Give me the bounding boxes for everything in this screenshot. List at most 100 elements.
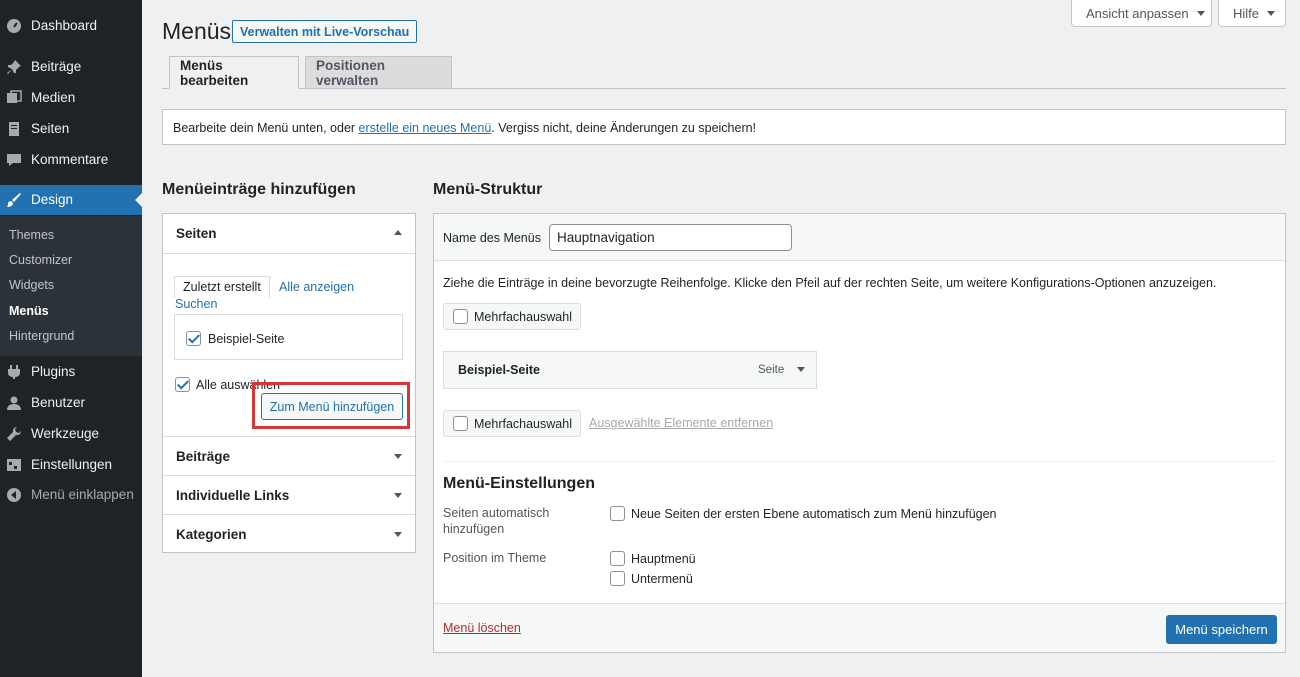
location-primary-label: Hauptmenü (631, 552, 696, 566)
menu-item-beispiel-seite[interactable]: Beispiel-Seite Seite (443, 351, 817, 389)
menu-name-input[interactable] (549, 224, 792, 251)
accordion-custom-links-title: Individuelle Links (176, 488, 290, 503)
user-icon (6, 395, 22, 411)
submenu-item-themes[interactable]: Themes (9, 228, 54, 242)
menu-management-panel: Name des Menüs Ziehe die Einträge in dei… (433, 213, 1286, 653)
menu-item-title: Beispiel-Seite (458, 363, 540, 377)
auto-add-checkbox[interactable] (610, 506, 625, 521)
bulk-select-checkbox[interactable] (453, 309, 468, 324)
menu-name-label: Name des Menüs (443, 231, 541, 245)
menu-structure-heading: Menü-Struktur (433, 181, 543, 198)
save-menu-button[interactable]: Menü speichern (1166, 615, 1277, 644)
bulk-select-label: Mehrfachauswahl (474, 417, 572, 431)
collapse-menu-button[interactable]: Menü einklappen (0, 480, 142, 510)
submenu-item-customizer[interactable]: Customizer (9, 253, 72, 267)
delete-menu-link[interactable]: Menü löschen (443, 621, 521, 635)
live-preview-button[interactable]: Verwalten mit Live-Vorschau (232, 20, 418, 43)
sidebar-item-label: Beiträge (31, 59, 82, 74)
sidebar-item-dashboard[interactable]: Dashboard (0, 11, 142, 41)
sidebar-item-label: Dashboard (31, 18, 98, 33)
create-new-menu-link[interactable]: erstelle ein neues Menü (359, 121, 492, 135)
dashboard-icon (6, 18, 22, 34)
help-button[interactable]: Hilfe (1218, 0, 1286, 27)
notice-prefix: Bearbeite dein Menü unten, oder (173, 121, 359, 135)
pages-icon (6, 121, 22, 137)
sidebar-item-settings[interactable]: Einstellungen (0, 450, 142, 480)
chevron-up-icon (394, 230, 402, 235)
pin-icon (6, 59, 22, 75)
position-label: Position im Theme (443, 551, 547, 565)
sidebar-item-tools[interactable]: Werkzeuge (0, 419, 142, 449)
sidebar-item-label: Kommentare (31, 152, 109, 167)
bulk-select-top[interactable]: Mehrfachauswahl (443, 303, 581, 330)
auto-add-option: Neue Seiten der ersten Ebene automatisch… (631, 507, 997, 521)
accordion-categories-header[interactable]: Kategorien (163, 514, 415, 553)
highlight-box (252, 382, 410, 429)
location-sub-label: Untermenü (631, 572, 693, 586)
submenu-item-widgets[interactable]: Widgets (9, 278, 54, 292)
add-items-heading: Menüeinträge hinzufügen (162, 181, 356, 198)
sidebar-item-comments[interactable]: Kommentare (0, 145, 142, 175)
accordion-pages-title: Seiten (176, 226, 217, 241)
select-all-checkbox[interactable] (175, 377, 190, 392)
sidebar-item-label: Benutzer (31, 395, 86, 410)
submenu-item-background[interactable]: Hintergrund (9, 329, 74, 343)
tab-edit-menus[interactable]: Menüs bearbeiten (169, 56, 299, 89)
location-primary-checkbox[interactable] (610, 551, 625, 566)
drag-instructions: Ziehe die Einträge in deine bevorzugte R… (443, 276, 1217, 290)
pages-list: Beispiel-Seite (174, 314, 403, 360)
wrench-icon (6, 426, 22, 442)
sidebar-item-label: Plugins (31, 364, 76, 379)
remove-selected-link[interactable]: Ausgewählte Elemente entfernen (589, 416, 773, 430)
media-icon (6, 90, 22, 106)
chevron-down-icon[interactable] (797, 367, 805, 372)
accordion-categories-title: Kategorien (176, 527, 247, 542)
sidebar-item-label: Einstellungen (31, 457, 113, 472)
chevron-down-icon (1267, 10, 1276, 16)
sidebar-item-users[interactable]: Benutzer (0, 388, 142, 418)
collapse-icon (6, 487, 22, 503)
brush-icon (6, 192, 22, 208)
chevron-down-icon (394, 454, 402, 459)
plugin-icon (6, 364, 22, 380)
accordion-posts-title: Beiträge (176, 449, 231, 464)
menu-header-bar: Name des Menüs (434, 214, 1285, 261)
page-checkbox[interactable] (186, 331, 201, 346)
pages-tab-recent[interactable]: Zuletzt erstellt (174, 276, 270, 298)
page-title: Menüs (162, 18, 232, 44)
sidebar-item-posts[interactable]: Beiträge (0, 52, 142, 82)
page-item-label: Beispiel-Seite (208, 332, 285, 346)
sidebar-item-label: Menü einklappen (31, 487, 134, 502)
chevron-down-icon (394, 493, 402, 498)
accordion-pages-header[interactable]: Seiten (163, 214, 415, 254)
menu-item-type: Seite (758, 364, 785, 376)
chevron-down-icon (394, 532, 402, 537)
tab-manage-locations[interactable]: Positionen verwalten (305, 56, 452, 89)
location-sub-checkbox[interactable] (610, 571, 625, 586)
notice-suffix: . Vergiss nicht, deine Änderungen zu spe… (491, 121, 757, 135)
settings-icon (6, 457, 22, 473)
sidebar-item-design[interactable]: Design (0, 185, 142, 215)
sidebar-item-pages[interactable]: Seiten (0, 114, 142, 144)
help-label: Hilfe (1233, 5, 1260, 21)
bulk-select-bottom[interactable]: Mehrfachauswahl (443, 410, 581, 437)
pages-tab-search[interactable]: Suchen (175, 297, 217, 311)
info-notice: Bearbeite dein Menü unten, oder erstelle… (162, 109, 1286, 145)
chevron-down-icon (1196, 10, 1205, 16)
comments-icon (6, 152, 22, 168)
sidebar-item-label: Seiten (31, 121, 70, 136)
bulk-select-checkbox[interactable] (453, 416, 468, 431)
accordion-custom-links-header[interactable]: Individuelle Links (163, 475, 415, 514)
sidebar-item-label: Werkzeuge (31, 426, 100, 441)
pages-tab-all[interactable]: Alle anzeigen (279, 280, 354, 294)
accordion-posts-header[interactable]: Beiträge (163, 436, 415, 475)
screen-options-button[interactable]: Ansicht anpassen (1071, 0, 1212, 27)
sidebar-item-label: Design (31, 192, 74, 207)
sidebar-item-media[interactable]: Medien (0, 83, 142, 113)
auto-add-label: Seiten automatisch hinzufügen (443, 506, 550, 536)
admin-sidebar: Dashboard Beiträge Medien Seiten Komment… (0, 0, 142, 677)
menu-footer-bar: Menü löschen Menü speichern (434, 603, 1285, 652)
sidebar-item-label: Medien (31, 90, 76, 105)
submenu-item-menus[interactable]: Menüs (9, 304, 49, 318)
sidebar-item-plugins[interactable]: Plugins (0, 357, 142, 387)
